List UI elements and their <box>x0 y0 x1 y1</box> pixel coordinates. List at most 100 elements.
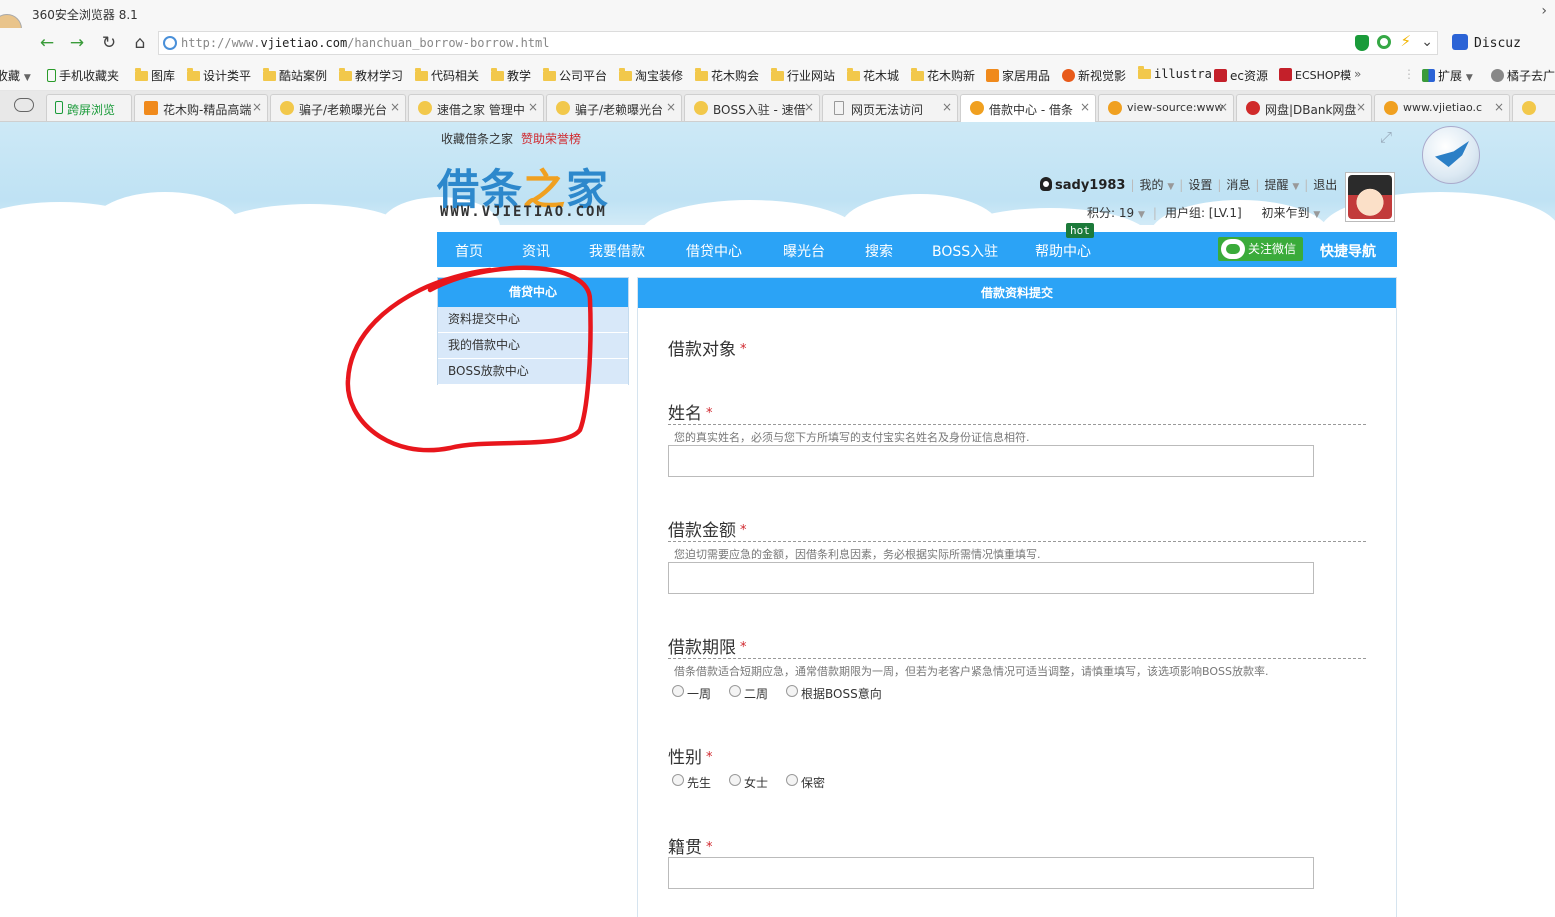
nav-borrow[interactable]: 我要借款 <box>589 241 645 261</box>
lightning-icon[interactable]: ⚡ <box>1400 32 1411 50</box>
native-place-label: 籍贯 * <box>668 838 713 858</box>
bookmark-folder[interactable]: 花木购会 <box>695 67 759 84</box>
divider-dots: ⋮ <box>1403 67 1415 81</box>
points-menu[interactable]: 积分: 19 ▼ <box>1087 206 1145 220</box>
bookmark-folder[interactable]: 图库 <box>135 67 175 84</box>
more-chevron-icon[interactable]: » <box>1354 67 1361 81</box>
tab[interactable] <box>1512 94 1555 121</box>
wechat-follow-button[interactable]: 关注微信 <box>1218 237 1303 261</box>
bookmark-folder[interactable]: 代码相关 <box>415 67 479 84</box>
name-input[interactable] <box>668 445 1314 477</box>
tab-strip: 跨屏浏览 花木购-精品高端 × 骗子/老赖曝光台 × 速借之家 管理中 × 骗子/老赖… <box>0 91 1555 122</box>
native-place-input[interactable] <box>668 857 1314 889</box>
extensions-menu[interactable]: 扩展 ▼ <box>1422 67 1473 84</box>
tab[interactable]: view-source:www × <box>1098 94 1234 121</box>
close-icon[interactable]: × <box>1356 100 1366 114</box>
close-icon[interactable]: × <box>390 100 400 114</box>
forward-arrow-icon[interactable]: → <box>65 32 89 54</box>
cloud-icon[interactable] <box>14 98 34 112</box>
close-icon[interactable]: × <box>1218 100 1228 114</box>
tab[interactable]: 骗子/老赖曝光台 × <box>270 94 406 121</box>
bookmark-home-goods[interactable]: 家居用品 <box>986 67 1050 84</box>
top-links: 收藏借条之家 赞助荣誉榜 <box>441 130 581 147</box>
nav-home[interactable]: 首页 <box>455 241 483 261</box>
tab[interactable]: 花木购-精品高端 × <box>134 94 268 121</box>
nav-boss[interactable]: BOSS入驻 <box>932 241 998 261</box>
amount-input[interactable] <box>668 562 1314 594</box>
my-menu[interactable]: 我的 ▼ <box>1140 178 1175 192</box>
home-icon[interactable]: ⌂ <box>128 32 152 54</box>
bookmark-video[interactable]: 新视觉影 <box>1062 67 1126 84</box>
tab[interactable]: 速借之家 管理中 × <box>408 94 544 121</box>
extension-adblock[interactable]: 橘子去广 <box>1491 67 1555 84</box>
recycle-icon[interactable] <box>1377 35 1391 49</box>
qq-penguin-icon <box>1040 177 1052 191</box>
sponsor-link[interactable]: 赞助荣誉榜 <box>521 132 581 146</box>
user-bar: sady1983 | 我的 ▼ | 设置 | 消息 | 提醒 ▼ | 退出 <box>1040 176 1337 193</box>
shield-icon[interactable] <box>1355 35 1369 51</box>
close-icon[interactable]: × <box>1494 100 1504 114</box>
tab[interactable]: 网盘|DBank网盘 × <box>1236 94 1372 121</box>
name-label: 姓名 * <box>668 404 713 424</box>
gender-option-secret[interactable]: 保密 <box>786 774 825 791</box>
tab-active[interactable]: 借款中心 - 借条 × <box>960 94 1096 122</box>
username-link[interactable]: sady1983 <box>1055 178 1125 193</box>
bookmark-folder[interactable]: 公司平台 <box>543 67 607 84</box>
favorite-link[interactable]: 收藏借条之家 <box>441 132 513 146</box>
nav-help[interactable]: 帮助中心 <box>1035 241 1091 261</box>
term-option-boss[interactable]: 根据BOSS意向 <box>786 685 882 702</box>
bookmark-folder[interactable]: illustra <box>1138 66 1212 81</box>
term-option-1week[interactable]: 一周 <box>672 685 711 702</box>
tab-cross-screen[interactable]: 跨屏浏览 <box>46 94 132 121</box>
bookmark-folder[interactable]: 淘宝装修 <box>619 67 683 84</box>
search-engine-label: Discuz <box>1474 36 1521 51</box>
term-options: 一周 二周 根据BOSS意向 <box>672 685 900 702</box>
nav-news[interactable]: 资讯 <box>522 241 550 261</box>
tab[interactable]: www.vjietiao.c × <box>1374 94 1510 121</box>
logout-link[interactable]: 退出 <box>1313 178 1337 192</box>
close-icon[interactable]: × <box>528 100 538 114</box>
loan-form-panel: 借款资料提交 借款对象 * 姓名 * 您的真实姓名，必须与您下方所填写的支付宝实名姓… <box>637 277 1397 917</box>
close-icon[interactable]: × <box>942 100 952 114</box>
gender-option-male[interactable]: 先生 <box>672 774 711 791</box>
chevron-down-icon[interactable]: ⌄ <box>1421 34 1433 50</box>
close-icon[interactable]: × <box>666 100 676 114</box>
gender-options: 先生 女士 保密 <box>672 774 843 791</box>
remind-menu[interactable]: 提醒 ▼ <box>1264 178 1299 192</box>
tab[interactable]: 网页无法访问 × <box>822 94 958 121</box>
chevron-right-icon[interactable]: › <box>1541 3 1547 19</box>
search-engine-selector[interactable]: Discuz <box>1450 32 1555 54</box>
bookmark-folder[interactable]: 酷站案例 <box>263 67 327 84</box>
messages-link[interactable]: 消息 <box>1226 178 1250 192</box>
gender-option-female[interactable]: 女士 <box>729 774 768 791</box>
url-input[interactable]: http://www.vjietiao.com/hanchuan_borrow-… <box>158 31 1438 55</box>
avatar[interactable] <box>1345 172 1395 222</box>
bookmark-folder[interactable]: 行业网站 <box>771 67 835 84</box>
back-arrow-icon[interactable]: ← <box>35 32 59 54</box>
close-icon[interactable]: × <box>252 100 262 114</box>
bookmark-folder[interactable]: 设计类平 <box>187 67 251 84</box>
reload-icon[interactable]: ↻ <box>97 32 121 54</box>
user-rank-menu[interactable]: 初来乍到 ▼ <box>1261 206 1320 220</box>
bookmark-favorites[interactable]: 收藏 ▼ <box>0 67 31 84</box>
tab[interactable]: 骗子/老赖曝光台 × <box>546 94 682 121</box>
bookmark-folder[interactable]: 花木购新 <box>911 67 975 84</box>
bookmark-folder[interactable]: 教材学习 <box>339 67 403 84</box>
nav-search[interactable]: 搜索 <box>865 241 893 261</box>
settings-link[interactable]: 设置 <box>1188 178 1212 192</box>
bookmark-mobile[interactable]: 手机收藏夹 <box>47 67 119 84</box>
close-icon[interactable]: × <box>1080 100 1090 114</box>
tab[interactable]: BOSS入驻 - 速借 × <box>684 94 820 121</box>
nav-exposure[interactable]: 曝光台 <box>783 241 825 261</box>
close-icon[interactable]: × <box>804 100 814 114</box>
site-logo[interactable]: 借条之家 WWW.VJIETIAO.COM <box>437 156 627 222</box>
bookmark-folder[interactable]: 花木城 <box>847 67 899 84</box>
term-option-2weeks[interactable]: 二周 <box>729 685 768 702</box>
bookmark-ec[interactable]: ec资源 <box>1214 67 1268 84</box>
nav-loan-center[interactable]: 借贷中心 <box>686 241 742 261</box>
bookmark-folder[interactable]: 教学 <box>491 67 531 84</box>
user-group[interactable]: 用户组: [LV.1] <box>1165 206 1242 220</box>
fullscreen-icon[interactable]: ⤢ <box>1380 128 1392 146</box>
quick-nav[interactable]: 快捷导航 <box>1320 241 1376 261</box>
bookmark-ecshop[interactable]: ECSHOP模 <box>1279 67 1351 83</box>
